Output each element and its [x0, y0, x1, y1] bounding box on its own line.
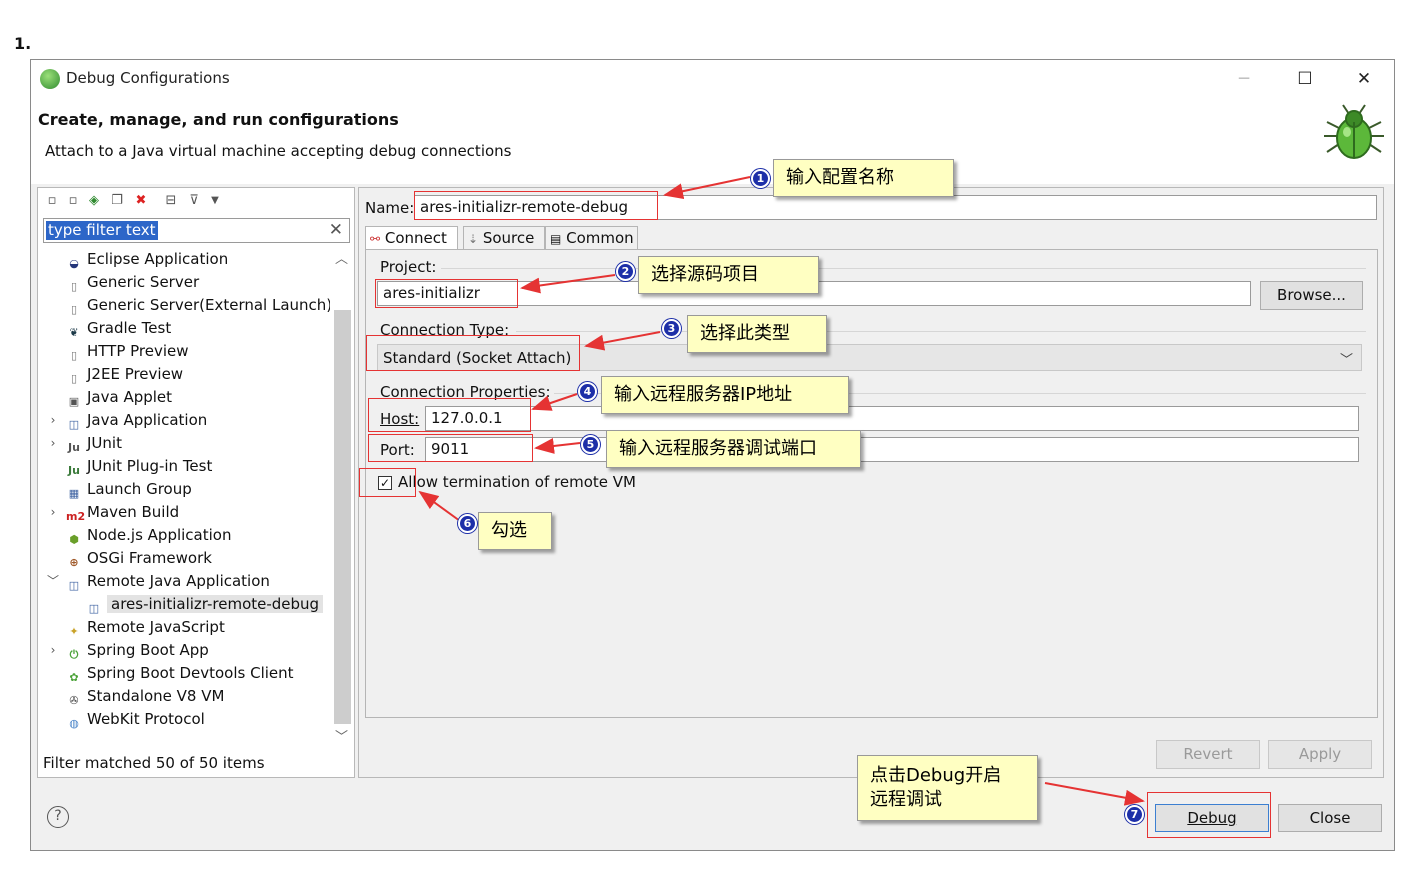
note-7: 点击Debug开启 远程调试: [857, 755, 1038, 821]
highlight-port: [368, 434, 533, 462]
note-1: 输入配置名称: [773, 159, 954, 197]
note-4: 输入远程服务器IP地址: [601, 376, 849, 414]
highlight-host: [368, 398, 531, 432]
badge-4: 4: [578, 382, 597, 401]
highlight-allow-termination: [359, 468, 416, 497]
badge-7: 7: [1125, 805, 1144, 824]
badge-6: 6: [458, 514, 477, 533]
note-2: 选择源码项目: [638, 256, 819, 294]
note-5: 输入远程服务器调试端口: [606, 430, 861, 468]
highlight-project: [375, 279, 518, 308]
note-7-line2: 远程调试: [870, 789, 942, 810]
note-6: 勾选: [478, 512, 552, 550]
highlight-debug: [1147, 792, 1271, 838]
badge-2: 2: [616, 262, 635, 281]
note-3: 选择此类型: [687, 315, 827, 353]
badge-5: 5: [581, 435, 600, 454]
badge-1: 1: [751, 169, 770, 188]
note-7-line1: 点击Debug开启: [870, 765, 1002, 786]
highlight-name: [414, 191, 658, 220]
badge-3: 3: [662, 319, 681, 338]
highlight-connection-type: [366, 335, 580, 371]
